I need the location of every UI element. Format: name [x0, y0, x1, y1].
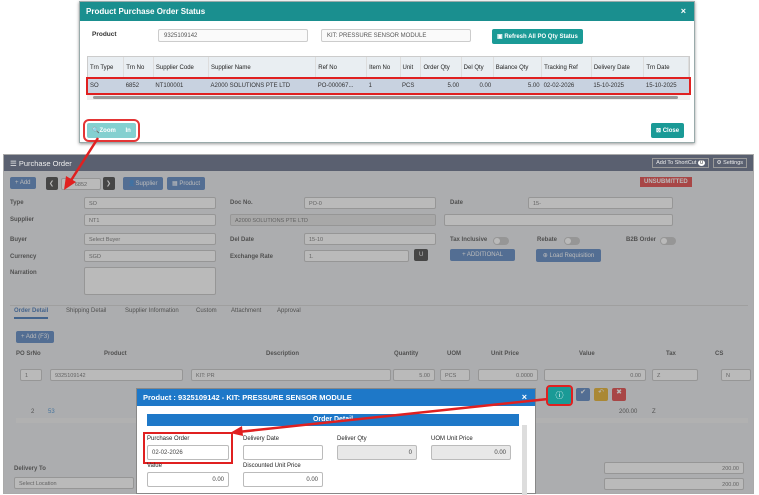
arrow-head — [64, 176, 76, 190]
arrow-zoom-to-nav — [68, 137, 100, 183]
annotation-arrows — [64, 137, 549, 436]
arrow-info-to-po — [237, 397, 549, 434]
arrow-head — [230, 426, 243, 436]
